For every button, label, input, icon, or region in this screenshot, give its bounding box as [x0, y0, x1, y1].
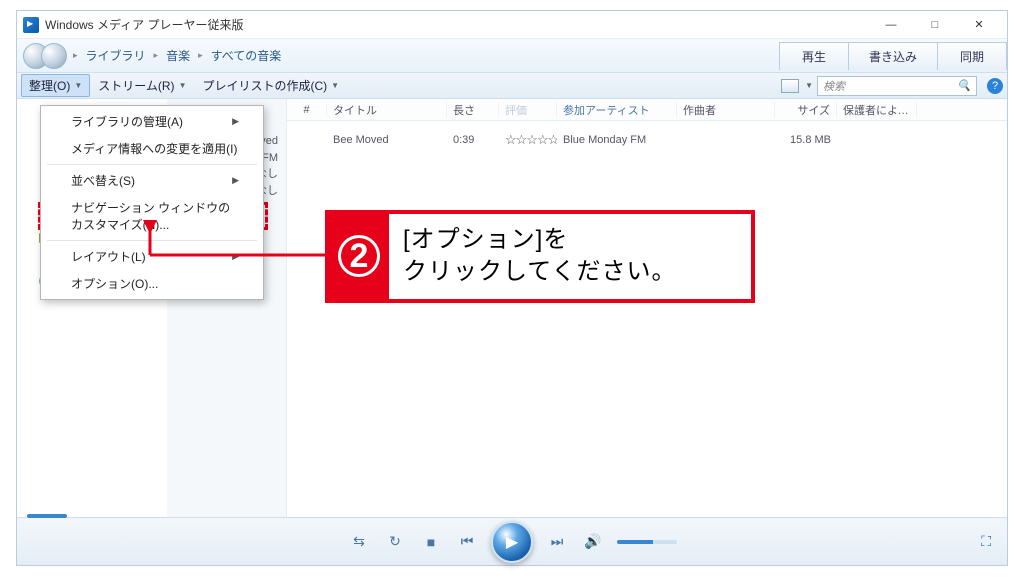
col-parental[interactable]: 保護者による制... [837, 102, 917, 118]
shuffle-button[interactable]: ⇆ [347, 533, 371, 550]
track-artist: Blue Monday FM [557, 134, 677, 146]
next-button[interactable]: ⏭ [545, 533, 569, 550]
breadcrumb-music[interactable]: 音楽 [164, 47, 192, 64]
menubar: 整理(O) ▼ ストリーム(R) ▼ プレイリストの作成(C) ▼ ▼ 検索 🔍… [17, 73, 1007, 99]
dd-apply-media-info[interactable]: メディア情報への変更を適用(I) [43, 135, 261, 162]
chevron-down-icon: ▼ [179, 81, 187, 90]
breadcrumb-allmusic[interactable]: すべての音楽 [209, 47, 284, 64]
fullscreen-button[interactable]: ⛶ [981, 533, 991, 550]
chevron-down-icon: ▼ [805, 81, 813, 90]
maximize-button[interactable]: □ [913, 11, 957, 39]
col-length[interactable]: 長さ [447, 102, 499, 118]
minimize-button[interactable]: — [869, 11, 913, 39]
mute-button[interactable]: 🔊 [581, 533, 605, 550]
organize-menu[interactable]: 整理(O) ▼ [21, 74, 90, 97]
chevron-right-icon: ▶ [232, 175, 239, 186]
dd-options[interactable]: オプション(O)... [43, 270, 261, 297]
organize-label: 整理(O) [29, 77, 70, 94]
tab-sync[interactable]: 同期 [937, 42, 1007, 70]
callout-line1: [オプション]を [403, 224, 737, 256]
app-icon [23, 17, 39, 33]
stop-button[interactable]: ■ [419, 534, 443, 550]
dd-label: レイアウト(L) [71, 248, 146, 265]
col-title[interactable]: タイトル [327, 102, 447, 118]
breadcrumb-library[interactable]: ライブラリ [84, 47, 148, 64]
dd-manage-libraries[interactable]: ライブラリの管理(A) ▶ [43, 108, 261, 135]
callout-number: 2 [338, 235, 380, 277]
track-list: # タイトル 長さ 評価 参加アーティスト 作曲者 サイズ 保護者による制...… [287, 99, 1007, 517]
navbar: ▸ ライブラリ ▸ 音楽 ▸ すべての音楽 再生 書き込み 同期 [17, 39, 1007, 73]
play-button[interactable]: ▶ [491, 521, 533, 563]
playlist-label: プレイリストの作成(C) [202, 77, 327, 94]
close-button[interactable]: ✕ [957, 11, 1001, 39]
help-button[interactable]: ? [987, 78, 1003, 94]
list-header: # タイトル 長さ 評価 参加アーティスト 作曲者 サイズ 保護者による制... [287, 99, 1007, 121]
volume-slider[interactable] [617, 540, 677, 544]
playback-footer: ⇆ ↻ ■ ⏮ ▶ ⏭ 🔊 ⛶ [17, 517, 1007, 565]
instruction-callout: 2 [オプション]を クリックしてください。 [325, 210, 755, 303]
organize-dropdown: ライブラリの管理(A) ▶ メディア情報への変更を適用(I) 並べ替え(S) ▶… [40, 105, 264, 300]
callout-number-badge: 2 [329, 214, 389, 299]
callout-text: [オプション]を クリックしてください。 [389, 214, 751, 299]
search-placeholder: 検索 [823, 78, 845, 94]
dd-label: メディア情報への変更を適用(I) [71, 140, 238, 157]
chevron-right-icon: ▸ [152, 50, 161, 61]
col-size[interactable]: サイズ [775, 102, 837, 118]
col-artist[interactable]: 参加アーティスト [557, 102, 677, 118]
breadcrumb[interactable]: ▸ ライブラリ ▸ 音楽 ▸ すべての音楽 [71, 47, 283, 64]
dd-label: 並べ替え(S) [71, 172, 135, 189]
stream-menu[interactable]: ストリーム(R) ▼ [90, 74, 194, 97]
repeat-button[interactable]: ↻ [383, 533, 407, 550]
titlebar: Windows メディア プレーヤー従来版 — □ ✕ [17, 11, 1007, 39]
previous-button[interactable]: ⏮ [455, 533, 479, 550]
create-playlist-menu[interactable]: プレイリストの作成(C) ▼ [194, 74, 347, 97]
track-rating[interactable]: ☆☆☆☆☆ [499, 132, 557, 148]
callout-line2: クリックしてください。 [403, 256, 737, 288]
col-rating[interactable]: 評価 [499, 102, 557, 118]
stream-label: ストリーム(R) [98, 77, 174, 94]
seek-bar[interactable] [27, 514, 67, 518]
dd-label: オプション(O)... [71, 275, 158, 292]
col-number[interactable]: # [287, 104, 327, 116]
tab-play[interactable]: 再生 [779, 42, 849, 70]
dd-sort[interactable]: 並べ替え(S) ▶ [43, 167, 261, 194]
track-title: Bee Moved [327, 134, 447, 146]
search-input[interactable]: 検索 🔍 [817, 76, 977, 96]
annotation-arrow [140, 220, 340, 270]
chevron-right-icon: ▶ [232, 116, 239, 127]
search-icon: 🔍 [957, 79, 971, 92]
chevron-right-icon: ▸ [196, 50, 205, 61]
chevron-down-icon: ▼ [74, 81, 82, 90]
track-row[interactable]: Bee Moved 0:39 ☆☆☆☆☆ Blue Monday FM 15.8… [287, 121, 1007, 145]
dd-label: ライブラリの管理(A) [71, 113, 183, 130]
chevron-down-icon: ▼ [331, 81, 339, 90]
track-length: 0:39 [447, 134, 499, 146]
window-title: Windows メディア プレーヤー従来版 [45, 16, 244, 33]
tab-burn[interactable]: 書き込み [848, 42, 938, 70]
main-panel: oved londay FM 情報なし なし # タイトル 長さ 評価 参加アー… [167, 99, 1007, 517]
dd-separator [47, 164, 257, 165]
nav-forward-button[interactable] [41, 43, 67, 69]
col-composer[interactable]: 作曲者 [677, 102, 775, 118]
track-size: 15.8 MB [775, 134, 837, 146]
chevron-right-icon: ▸ [71, 50, 80, 61]
view-options-button[interactable] [781, 79, 799, 93]
